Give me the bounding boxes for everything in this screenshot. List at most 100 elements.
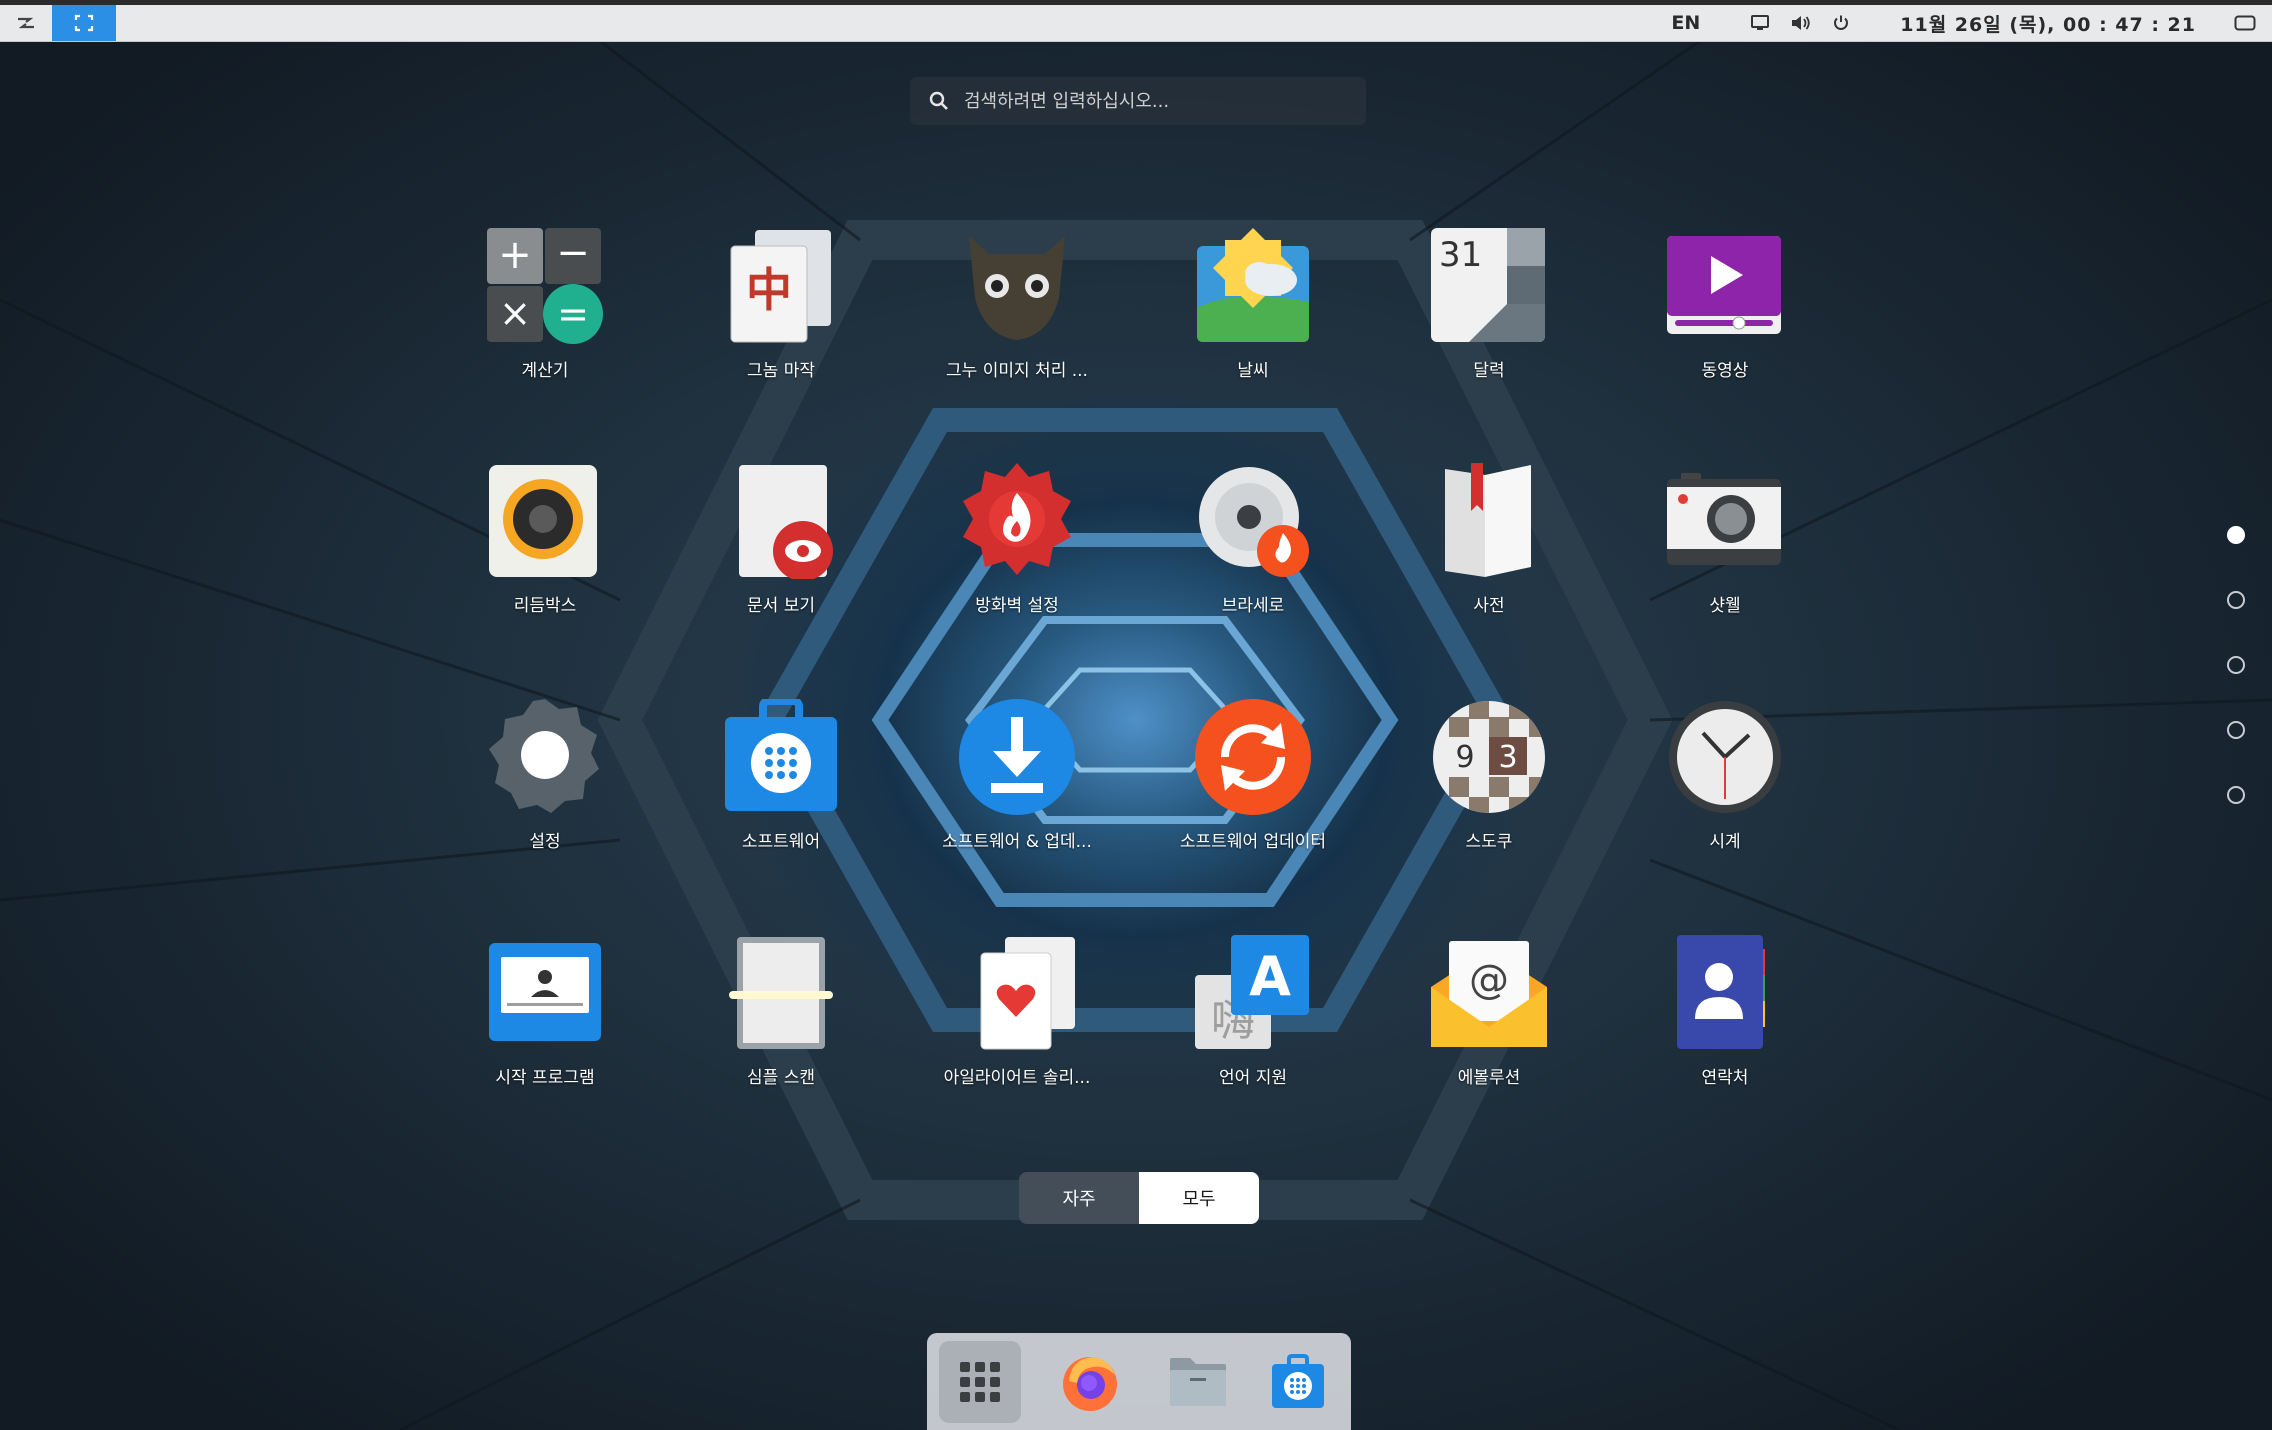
software-updater-icon: [1195, 699, 1311, 815]
app-label: 소프트웨어 업데이터: [1179, 832, 1327, 852]
app-label: 그놈 마작: [747, 361, 815, 381]
app-shotwell[interactable]: 샷웰: [1607, 463, 1843, 663]
svg-text:×: ×: [499, 291, 531, 335]
app-software[interactable]: 소프트웨어: [663, 697, 899, 899]
app-simple-scan[interactable]: 심플 스캔: [663, 935, 899, 1135]
app-label: 소프트웨어: [741, 832, 821, 852]
app-software-and-updates[interactable]: 소프트웨어 & 업데...: [899, 699, 1135, 899]
rhythmbox-icon: [487, 463, 603, 579]
firewall-icon: [959, 463, 1075, 579]
top-panel: EN 11월 26일 (목), 00 : 47 : 21: [0, 0, 2272, 42]
page-indicator-2[interactable]: [2227, 591, 2245, 609]
volume-icon[interactable]: [1790, 14, 1812, 32]
app-label: 달력: [1473, 361, 1505, 381]
app-label: 문서 보기: [747, 596, 815, 616]
document-viewer-icon: [723, 463, 839, 581]
svg-text:3: 3: [1498, 740, 1517, 775]
software-store-icon: [1272, 1354, 1324, 1408]
dock: [927, 1333, 1351, 1430]
svg-text:−: −: [556, 230, 590, 276]
tab-all[interactable]: 모두: [1139, 1172, 1259, 1224]
app-label: 스도쿠: [1465, 832, 1513, 852]
category-toggle: 자주 모두: [1019, 1172, 1259, 1224]
software-update-download-icon: [959, 699, 1075, 815]
app-label: 언어 지원: [1219, 1068, 1287, 1088]
app-label: 사전: [1473, 596, 1505, 616]
app-document-viewer[interactable]: 문서 보기: [663, 463, 899, 663]
svg-text:9: 9: [1455, 740, 1474, 775]
page-indicator-5[interactable]: [2227, 786, 2245, 804]
shotwell-icon: [1667, 463, 1783, 579]
app-label: 설정: [529, 832, 561, 852]
app-label: 심플 스캔: [747, 1068, 815, 1088]
menu-logo-icon: [18, 17, 34, 29]
page-indicator-1[interactable]: [2227, 526, 2245, 544]
svg-text:=: =: [557, 292, 589, 336]
software-icon: [723, 697, 839, 815]
page-indicator-3[interactable]: [2227, 656, 2245, 674]
app-rhythmbox[interactable]: 리듬박스: [427, 463, 663, 663]
system-menu-button[interactable]: [0, 5, 52, 41]
svg-text:@: @: [1469, 957, 1509, 1003]
app-contacts[interactable]: 연락처: [1607, 935, 1843, 1135]
app-videos[interactable]: 동영상: [1607, 228, 1843, 428]
app-label: 시계: [1709, 832, 1741, 852]
app-launcher-icon: [960, 1362, 1000, 1402]
app-label: 리듬박스: [513, 596, 577, 616]
app-dictionary[interactable]: 사전: [1371, 463, 1607, 663]
dock-firefox[interactable]: [1049, 1341, 1131, 1423]
app-startup-applications[interactable]: 시작 프로그램: [427, 935, 663, 1135]
display-icon[interactable]: [1750, 14, 1770, 32]
app-label: 에볼루션: [1457, 1068, 1521, 1088]
clock-icon: [1667, 699, 1783, 815]
app-language-support[interactable]: 嗨 A 언어 지원: [1135, 935, 1371, 1135]
app-label: 아일라이어트 솔리...: [943, 1068, 1091, 1088]
contacts-icon: [1667, 935, 1783, 1051]
keyboard-language-indicator[interactable]: EN: [1671, 12, 1700, 34]
app-firewall[interactable]: 방화벽 설정: [899, 463, 1135, 663]
language-support-icon: 嗨 A: [1195, 935, 1311, 1051]
page-indicator-4[interactable]: [2227, 721, 2245, 739]
app-evolution[interactable]: @ 에볼루션: [1371, 935, 1607, 1135]
app-clocks[interactable]: 시계: [1607, 699, 1843, 899]
app-sudoku[interactable]: 9 3 스도쿠: [1371, 699, 1607, 899]
app-calculator[interactable]: + − × = 계산기: [427, 228, 663, 428]
app-calendar[interactable]: 31 달력: [1371, 228, 1607, 428]
app-label: 소프트웨어 & 업데...: [942, 832, 1092, 852]
app-gimp[interactable]: 그누 이미지 처리 ...: [899, 228, 1135, 428]
app-label: 시작 프로그램: [495, 1068, 595, 1088]
svg-text:31: 31: [1439, 235, 1482, 275]
app-brasero[interactable]: 브라세로: [1135, 463, 1371, 663]
dock-software-store[interactable]: [1257, 1341, 1339, 1423]
power-icon[interactable]: [1832, 14, 1850, 32]
firefox-icon: [1063, 1357, 1117, 1411]
app-weather[interactable]: 날씨: [1135, 228, 1371, 428]
tab-frequent[interactable]: 자주: [1019, 1172, 1139, 1224]
app-software-updater[interactable]: 소프트웨어 업데이터: [1135, 699, 1371, 899]
dock-app-launcher[interactable]: [939, 1341, 1021, 1423]
clock-datetime[interactable]: 11월 26일 (목), 00 : 47 : 21: [1900, 10, 2196, 37]
app-mahjongg[interactable]: 中 그놈 마작: [663, 228, 899, 428]
app-settings[interactable]: 설정: [427, 699, 663, 899]
fullscreen-toggle-button[interactable]: [52, 5, 116, 41]
calendar-icon: 31: [1431, 228, 1547, 344]
app-label: 그누 이미지 처리 ...: [946, 361, 1088, 381]
solitaire-icon: [959, 935, 1075, 1051]
app-label: 계산기: [521, 361, 569, 381]
notification-icon[interactable]: [2234, 15, 2256, 31]
dock-files[interactable]: [1157, 1341, 1239, 1423]
search-input[interactable]: [962, 89, 1346, 113]
svg-text:中: 中: [746, 263, 792, 317]
app-label: 연락처: [1701, 1068, 1749, 1088]
svg-text:A: A: [1249, 945, 1291, 1008]
calculator-icon: + − × =: [487, 228, 603, 344]
simple-scan-icon: [723, 935, 839, 1051]
settings-icon: [487, 699, 603, 815]
app-search-bar[interactable]: [910, 77, 1366, 125]
app-label: 동영상: [1701, 361, 1749, 381]
startup-apps-icon: [487, 935, 603, 1051]
app-aisleriot-solitaire[interactable]: 아일라이어트 솔리...: [899, 935, 1135, 1135]
gimp-icon: [959, 228, 1075, 344]
app-label: 브라세로: [1221, 596, 1285, 616]
mahjong-icon: 中: [723, 228, 839, 344]
